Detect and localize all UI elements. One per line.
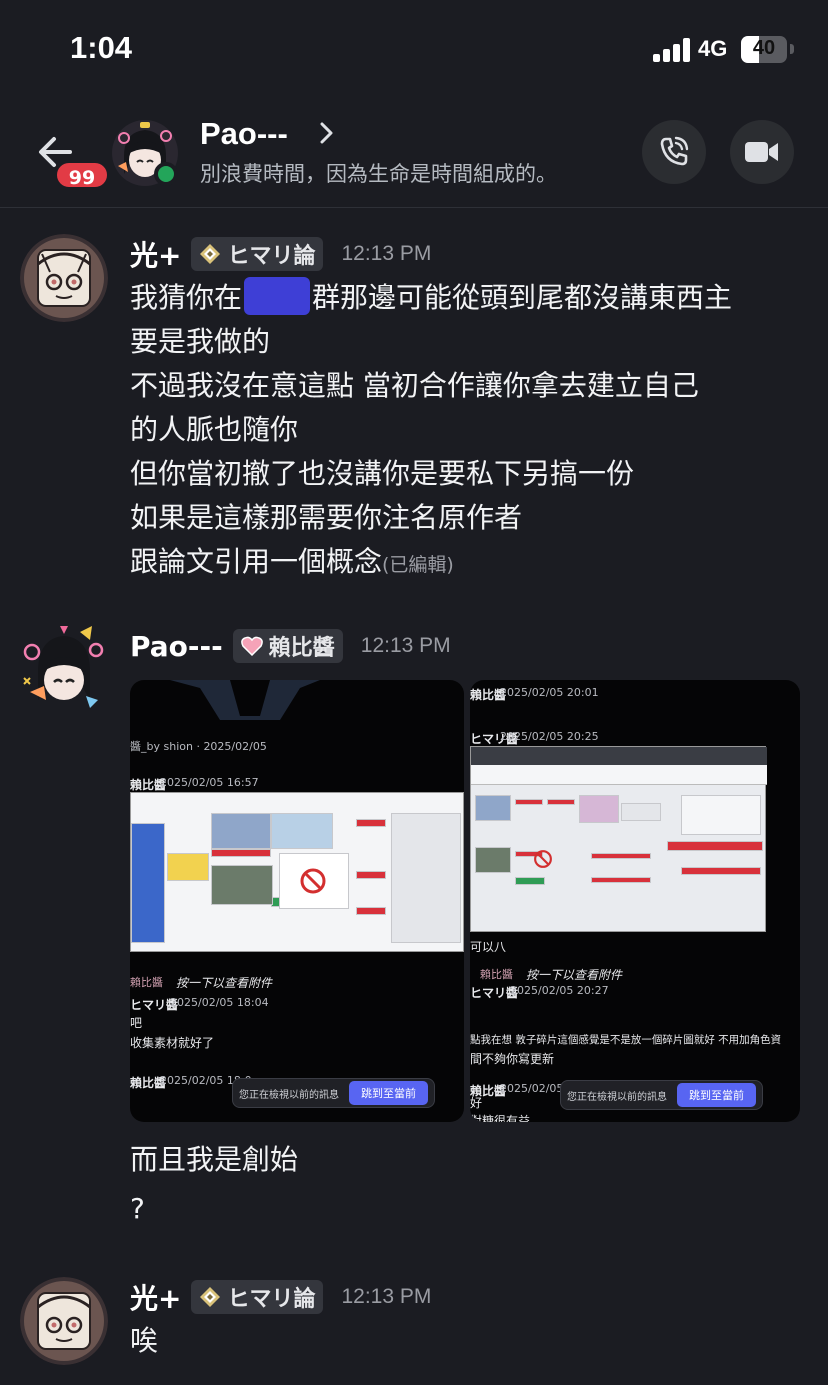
message-line: 而且我是創始 <box>130 1143 299 1176</box>
shot-text: 按一下以查看附件 <box>526 968 623 982</box>
message-time: 12:13 PM <box>360 634 451 657</box>
shot-text: 2025/02/05 20:01 <box>500 686 599 699</box>
jump-button: 跳到至當前 <box>349 1081 428 1105</box>
image-attachment[interactable]: 賴比醬 2025/02/05 20:01 ヒマリ醬 2025/02/05 20:… <box>470 680 800 1122</box>
server-tag[interactable]: ヒマリ論 <box>191 1280 324 1314</box>
author-name[interactable]: 光+ <box>130 1277 181 1317</box>
user-avatar[interactable] <box>20 1277 108 1365</box>
spreadsheet-thumbnail <box>130 792 464 952</box>
message-line: 要是我做的 <box>130 325 271 358</box>
message-header: 光+ ヒマリ論 12:13 PM <box>130 234 431 274</box>
shot-text: 2025/02/05 20:25 <box>500 730 599 743</box>
shot-text: 可以八 <box>470 940 507 954</box>
message-line: ? <box>130 1192 145 1225</box>
shot-text: 收集素材就好了 <box>130 1036 215 1050</box>
message-body: 唉 <box>130 1319 810 1363</box>
video-camera-icon <box>745 142 778 162</box>
message-group: 光+ ヒマリ論 12:13 PM 唉 <box>0 1265 828 1385</box>
cellular-signal-icon <box>653 38 691 62</box>
shot-text: 2025/02/05 16:57 <box>160 776 259 789</box>
image-attachment[interactable]: 醬_by shion · 2025/02/05 賴比醬 2025/02/05 1… <box>130 680 464 1122</box>
history-notice: 您正在檢視以前的訊息 跳到至當前 <box>560 1080 763 1110</box>
battery-percent: 40 <box>752 37 776 59</box>
user-avatar[interactable] <box>20 234 108 322</box>
status-time: 1:04 <box>70 30 133 65</box>
chevron-right-icon[interactable] <box>318 120 336 146</box>
server-tag[interactable]: ヒマリ論 <box>191 237 324 271</box>
video-call-button[interactable] <box>730 120 794 184</box>
shot-text: 賴比醬 <box>130 976 163 989</box>
history-notice-text: 您正在檢視以前的訊息 <box>239 1089 339 1101</box>
phone-icon <box>660 136 689 166</box>
shot-text: 好 <box>470 1096 483 1110</box>
unread-badge: 99 <box>54 160 110 190</box>
heart-icon <box>240 636 263 656</box>
shot-text: 按一下以查看附件 <box>176 976 273 990</box>
message-line: 的人脈也隨你 <box>130 413 299 446</box>
battery-tip <box>790 44 794 54</box>
message-body: 而且我是創始 ? <box>130 1138 810 1236</box>
message-header: 光+ ヒマリ論 12:13 PM <box>130 1277 431 1317</box>
author-name[interactable]: 光+ <box>130 234 181 274</box>
redacted-block <box>244 277 311 315</box>
shot-text: 2025/02/05 18:04 <box>170 996 269 1009</box>
message-time: 12:13 PM <box>341 1285 432 1308</box>
message-line: 跟論文引用一個概念 <box>130 545 383 578</box>
message-header: Pao--- 賴比醬 12:13 PM <box>130 626 451 666</box>
edited-label: (已編輯) <box>382 554 454 576</box>
message-line: 但你當初撤了也沒講你是要私下另搞一份 <box>130 457 635 490</box>
status-bar: 1:04 4G 40 <box>0 0 828 100</box>
contact-status: 別浪費時間，因為生命是時間組成的。 <box>200 162 557 186</box>
history-notice-text: 您正在檢視以前的訊息 <box>567 1091 667 1103</box>
message-time: 12:13 PM <box>341 242 432 265</box>
chat-header: 99 Pao--- 別浪費時間，因為生命是時間組成的。 <box>0 100 828 208</box>
voice-call-button[interactable] <box>642 120 706 184</box>
author-name[interactable]: Pao--- <box>130 630 223 663</box>
diamond-icon <box>200 244 221 264</box>
shot-text: 醬_by shion · 2025/02/05 <box>130 740 267 753</box>
contact-name[interactable]: Pao--- <box>200 116 288 152</box>
server-tag-label: 賴比醬 <box>268 636 335 661</box>
shot-text: 吧 <box>130 1016 143 1030</box>
server-tag-label: ヒマリ論 <box>227 244 316 269</box>
history-notice: 您正在檢視以前的訊息 跳到至當前 <box>232 1078 435 1108</box>
diamond-icon <box>200 1287 221 1307</box>
user-avatar[interactable] <box>20 622 108 710</box>
server-tag[interactable]: 賴比醬 <box>232 629 343 663</box>
network-type: 4G <box>698 36 728 61</box>
message-group: 光+ ヒマリ論 12:13 PM 我猜你在 群那邊可能從頭到尾都沒講東西主 要是我… <box>0 208 828 608</box>
message-line: 我猜你在 <box>130 281 243 314</box>
online-status-icon <box>154 162 178 186</box>
message-line: 如果是這樣那需要你注名原作者 <box>130 501 523 534</box>
server-tag-label: ヒマリ論 <box>227 1287 316 1312</box>
emblem-shape <box>170 680 320 720</box>
jump-button: 跳到至當前 <box>677 1083 756 1107</box>
shot-text: 2025/02/05 20:27 <box>510 984 609 997</box>
battery-icon: 40 <box>741 36 787 63</box>
message-body: 我猜你在 群那邊可能從頭到尾都沒講東西主 要是我做的 不過我沒在意這點 當初合作讓… <box>130 276 810 587</box>
shot-text: 賴比醬 <box>480 968 513 981</box>
message-line: 群那邊可能從頭到尾都沒講東西主 <box>312 281 733 314</box>
message-line: 不過我沒在意這點 當初合作讓你拿去建立自己 <box>130 369 699 402</box>
message-line: 唉 <box>130 1324 159 1357</box>
shot-text: 間不夠你寫更新 <box>470 1052 555 1066</box>
shot-text: 點我在想 敦子碎片這個感覺是不是放一個碎片圖就好 不用加角色資 <box>470 1034 782 1046</box>
shot-text: 對糖很有益 <box>470 1114 531 1122</box>
spreadsheet-thumbnail <box>470 746 767 932</box>
